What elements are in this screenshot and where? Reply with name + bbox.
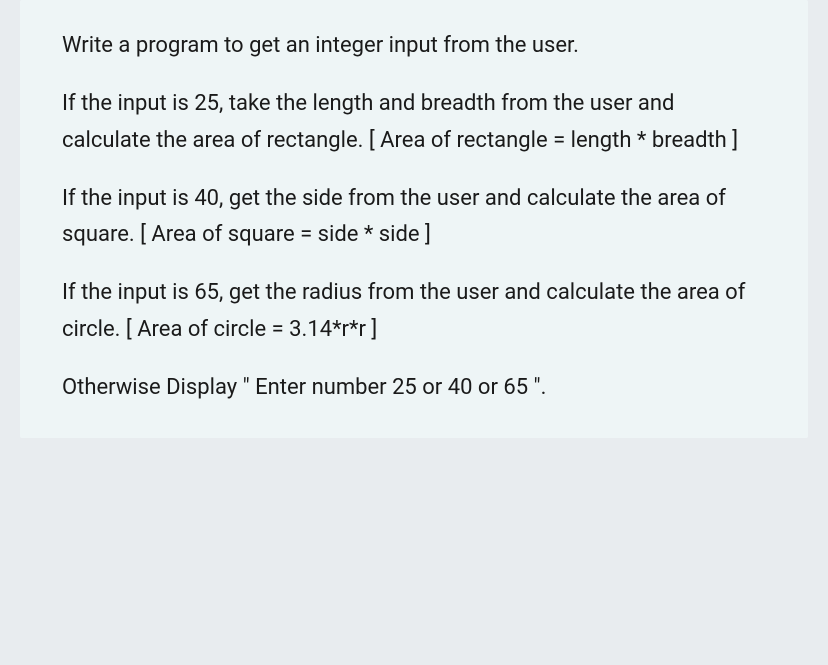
paragraph-otherwise: Otherwise Display " Enter number 25 or 4… [62,370,766,406]
paragraph-rectangle: If the input is 25, take the length and … [62,86,766,159]
paragraph-intro: Write a program to get an integer input … [62,28,766,64]
paragraph-circle: If the input is 65, get the radius from … [62,275,766,348]
paragraph-square: If the input is 40, get the side from th… [62,181,766,254]
question-card: Write a program to get an integer input … [20,0,808,438]
